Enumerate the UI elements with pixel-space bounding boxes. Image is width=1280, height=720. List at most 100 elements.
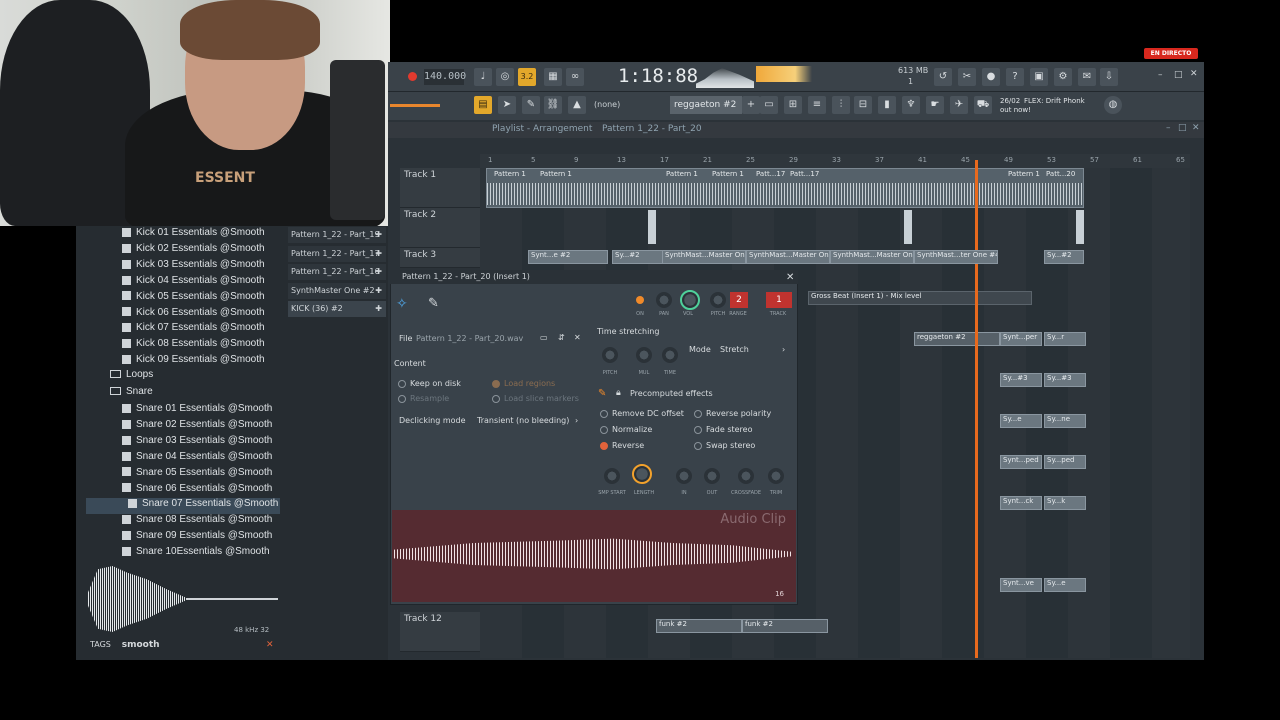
wave-tab-icon[interactable]: ✧ [396, 296, 408, 312]
browser-folder-loops[interactable]: Loops [110, 369, 153, 385]
files-icon[interactable]: ▮ [878, 96, 896, 114]
browser-file-item[interactable]: Snare 02 Essentials @Smooth [122, 419, 272, 435]
declicking-arrow-icon[interactable]: › [575, 416, 578, 425]
add-icon[interactable]: ✚ [375, 283, 382, 299]
plug-icon[interactable]: ♆ [902, 96, 920, 114]
arrow-icon[interactable]: ➤ [498, 96, 516, 114]
hint-icon[interactable]: ✈ [950, 96, 968, 114]
swap-stereo-option[interactable]: Swap stereo [694, 441, 755, 450]
track2-clip-marker[interactable] [1076, 210, 1084, 244]
pattern-list-item[interactable]: KICK (36) #2 ✚ [288, 301, 386, 317]
shop-icon[interactable]: ⛟ [974, 96, 992, 114]
minimize-icon[interactable]: – [1158, 70, 1163, 80]
reverse-polarity-option[interactable]: Reverse polarity [694, 409, 771, 418]
download-icon[interactable]: ⇩ [1100, 68, 1118, 86]
browser-file-item[interactable]: Snare 03 Essentials @Smooth [122, 435, 272, 451]
normalize-option[interactable]: Normalize [600, 425, 652, 434]
browser-file-item[interactable]: Kick 09 Essentials @Smooth [122, 354, 265, 370]
step-edit-icon[interactable]: ▦ [544, 68, 562, 86]
browser-file-item[interactable]: Kick 03 Essentials @Smooth [122, 259, 265, 275]
pattern-list-item[interactable]: Pattern 1_22 - Part_16 ✚ [288, 264, 386, 280]
mode-arrow-icon[interactable]: › [782, 345, 785, 354]
add-icon[interactable]: ✚ [375, 227, 382, 243]
browser-file-item[interactable]: Snare 05 Essentials @Smooth [122, 467, 272, 483]
pattern-clip[interactable]: Synt...ck [1000, 496, 1042, 510]
pan-knob[interactable] [656, 292, 672, 308]
funk-clip[interactable]: funk #2 [656, 619, 742, 633]
sample-panel-close-icon[interactable]: ✕ [786, 272, 794, 283]
tempo-display[interactable]: 140.000 [424, 69, 466, 85]
browser-file-item[interactable]: Snare 06 Essentials @Smooth [122, 483, 272, 499]
pattern-list-item[interactable]: Pattern 1_22 - Part_17 ✚ [288, 245, 386, 262]
browser-file-item[interactable]: Snare 07 Essentials @Smooth [86, 498, 280, 515]
record-button[interactable] [408, 72, 417, 81]
eq-icon[interactable]: ⫶ [832, 96, 850, 114]
declicking-select[interactable]: Transient (no bleeding) [477, 416, 569, 425]
globe-icon[interactable]: ◍ [1104, 96, 1122, 114]
load-regions-option[interactable]: Load regions [492, 379, 555, 388]
pattern-clip[interactable]: Sy...r [1044, 332, 1086, 346]
track3-clip[interactable]: SynthMast...Master One [830, 250, 914, 264]
pitch2-knob[interactable] [710, 292, 726, 308]
folder-icon[interactable]: ▭ [540, 333, 548, 342]
audio-clip-display[interactable]: Audio Clip 16 [392, 510, 796, 602]
browser-file-item[interactable]: Snare 08 Essentials @Smooth [122, 514, 272, 530]
playlist-minimize-icon[interactable]: – [1166, 123, 1171, 133]
channel-rack-icon[interactable]: ⊞ [784, 96, 802, 114]
pattern-clip[interactable]: Sy...ne [1044, 414, 1086, 428]
playlist-icon[interactable]: ▭ [760, 96, 778, 114]
reverse-option[interactable]: Reverse [600, 441, 644, 450]
track3-clip[interactable]: SynthMast...Master One [746, 250, 830, 264]
file-close-icon[interactable]: ✕ [574, 333, 581, 342]
metronome-icon[interactable]: ♩ [474, 68, 492, 86]
volume-knob[interactable] [680, 290, 700, 310]
pattern-list-item[interactable]: SynthMaster One #2 - ✚ [288, 282, 386, 299]
fade-stereo-option[interactable]: Fade stereo [694, 425, 752, 434]
keep-on-disk-option[interactable]: Keep on disk [398, 379, 461, 388]
snap-select[interactable]: (none) [594, 100, 620, 109]
pattern-clip[interactable]: Sy...ped [1044, 455, 1086, 469]
track-3-header[interactable]: Track 3 [400, 248, 480, 268]
playlist-ruler[interactable]: 1 5 9 13 17 21 25 29 33 37 41 45 49 53 57 61 65 [480, 154, 1190, 168]
pattern-clip[interactable]: Sy...e [1000, 414, 1042, 428]
add-icon[interactable]: ✚ [375, 264, 382, 280]
browser-folder-snare[interactable]: Snare [110, 386, 153, 402]
browser-file-item[interactable]: Kick 05 Essentials @Smooth [122, 291, 265, 307]
pattern-number[interactable]: 3.2 [518, 68, 536, 86]
load-slice-markers-option[interactable]: Load slice markers [492, 394, 579, 403]
mix-level-clip[interactable]: Gross Beat (Insert 1) - Mix level [808, 291, 1032, 305]
mixer-icon[interactable]: ≡ [808, 96, 826, 114]
pattern-clip[interactable]: Sy...e [1044, 578, 1086, 592]
track-1-header[interactable]: Track 1 [400, 168, 480, 208]
browser-file-item[interactable]: Kick 02 Essentials @Smooth [122, 243, 265, 259]
save-icon[interactable]: ▣ [1030, 68, 1048, 86]
master-volume-slider[interactable] [390, 104, 440, 107]
cut-icon[interactable]: ✂ [958, 68, 976, 86]
pattern-clip[interactable]: Sy...k [1044, 496, 1086, 510]
track-12-header[interactable]: Track 12 [400, 612, 480, 652]
pattern-list-item[interactable]: Pattern 1_22 - Part_19 ✚ [288, 227, 386, 243]
browser-icon[interactable]: ⊟ [854, 96, 872, 114]
help-icon[interactable]: ? [1006, 68, 1024, 86]
reload-icon[interactable]: ⇵ [558, 333, 565, 342]
reggaeton-clip[interactable]: reggaeton #2 [914, 332, 1000, 346]
tags-value[interactable]: smooth [122, 640, 160, 650]
news-text[interactable]: FLEX: Drift Phonk [1024, 97, 1085, 105]
track2-clip-marker[interactable] [904, 210, 912, 244]
browser-file-item[interactable]: Snare 10Essentials @Smooth [122, 546, 270, 562]
playlist-close-icon[interactable]: ✕ [1192, 123, 1200, 133]
sample-preview[interactable]: 48 kHz 32 [86, 566, 280, 636]
length-knob[interactable] [632, 464, 652, 484]
out-knob[interactable] [704, 468, 720, 484]
mul-knob[interactable] [636, 347, 652, 363]
track-2-header[interactable]: Track 2 [400, 208, 480, 248]
track-display[interactable]: 1 [766, 292, 792, 308]
browser-file-item[interactable]: Snare 09 Essentials @Smooth [122, 530, 272, 546]
link-icon[interactable]: ⛓ [544, 96, 562, 114]
chat-icon[interactable]: ✉ [1078, 68, 1096, 86]
fx-icon[interactable]: ✎ [598, 388, 606, 399]
mode-select[interactable]: Stretch [720, 345, 749, 354]
lock-icon[interactable]: 🔒︎ [616, 388, 621, 398]
time-knob[interactable] [662, 347, 678, 363]
wrench-tab-icon[interactable]: ✎ [428, 296, 439, 311]
